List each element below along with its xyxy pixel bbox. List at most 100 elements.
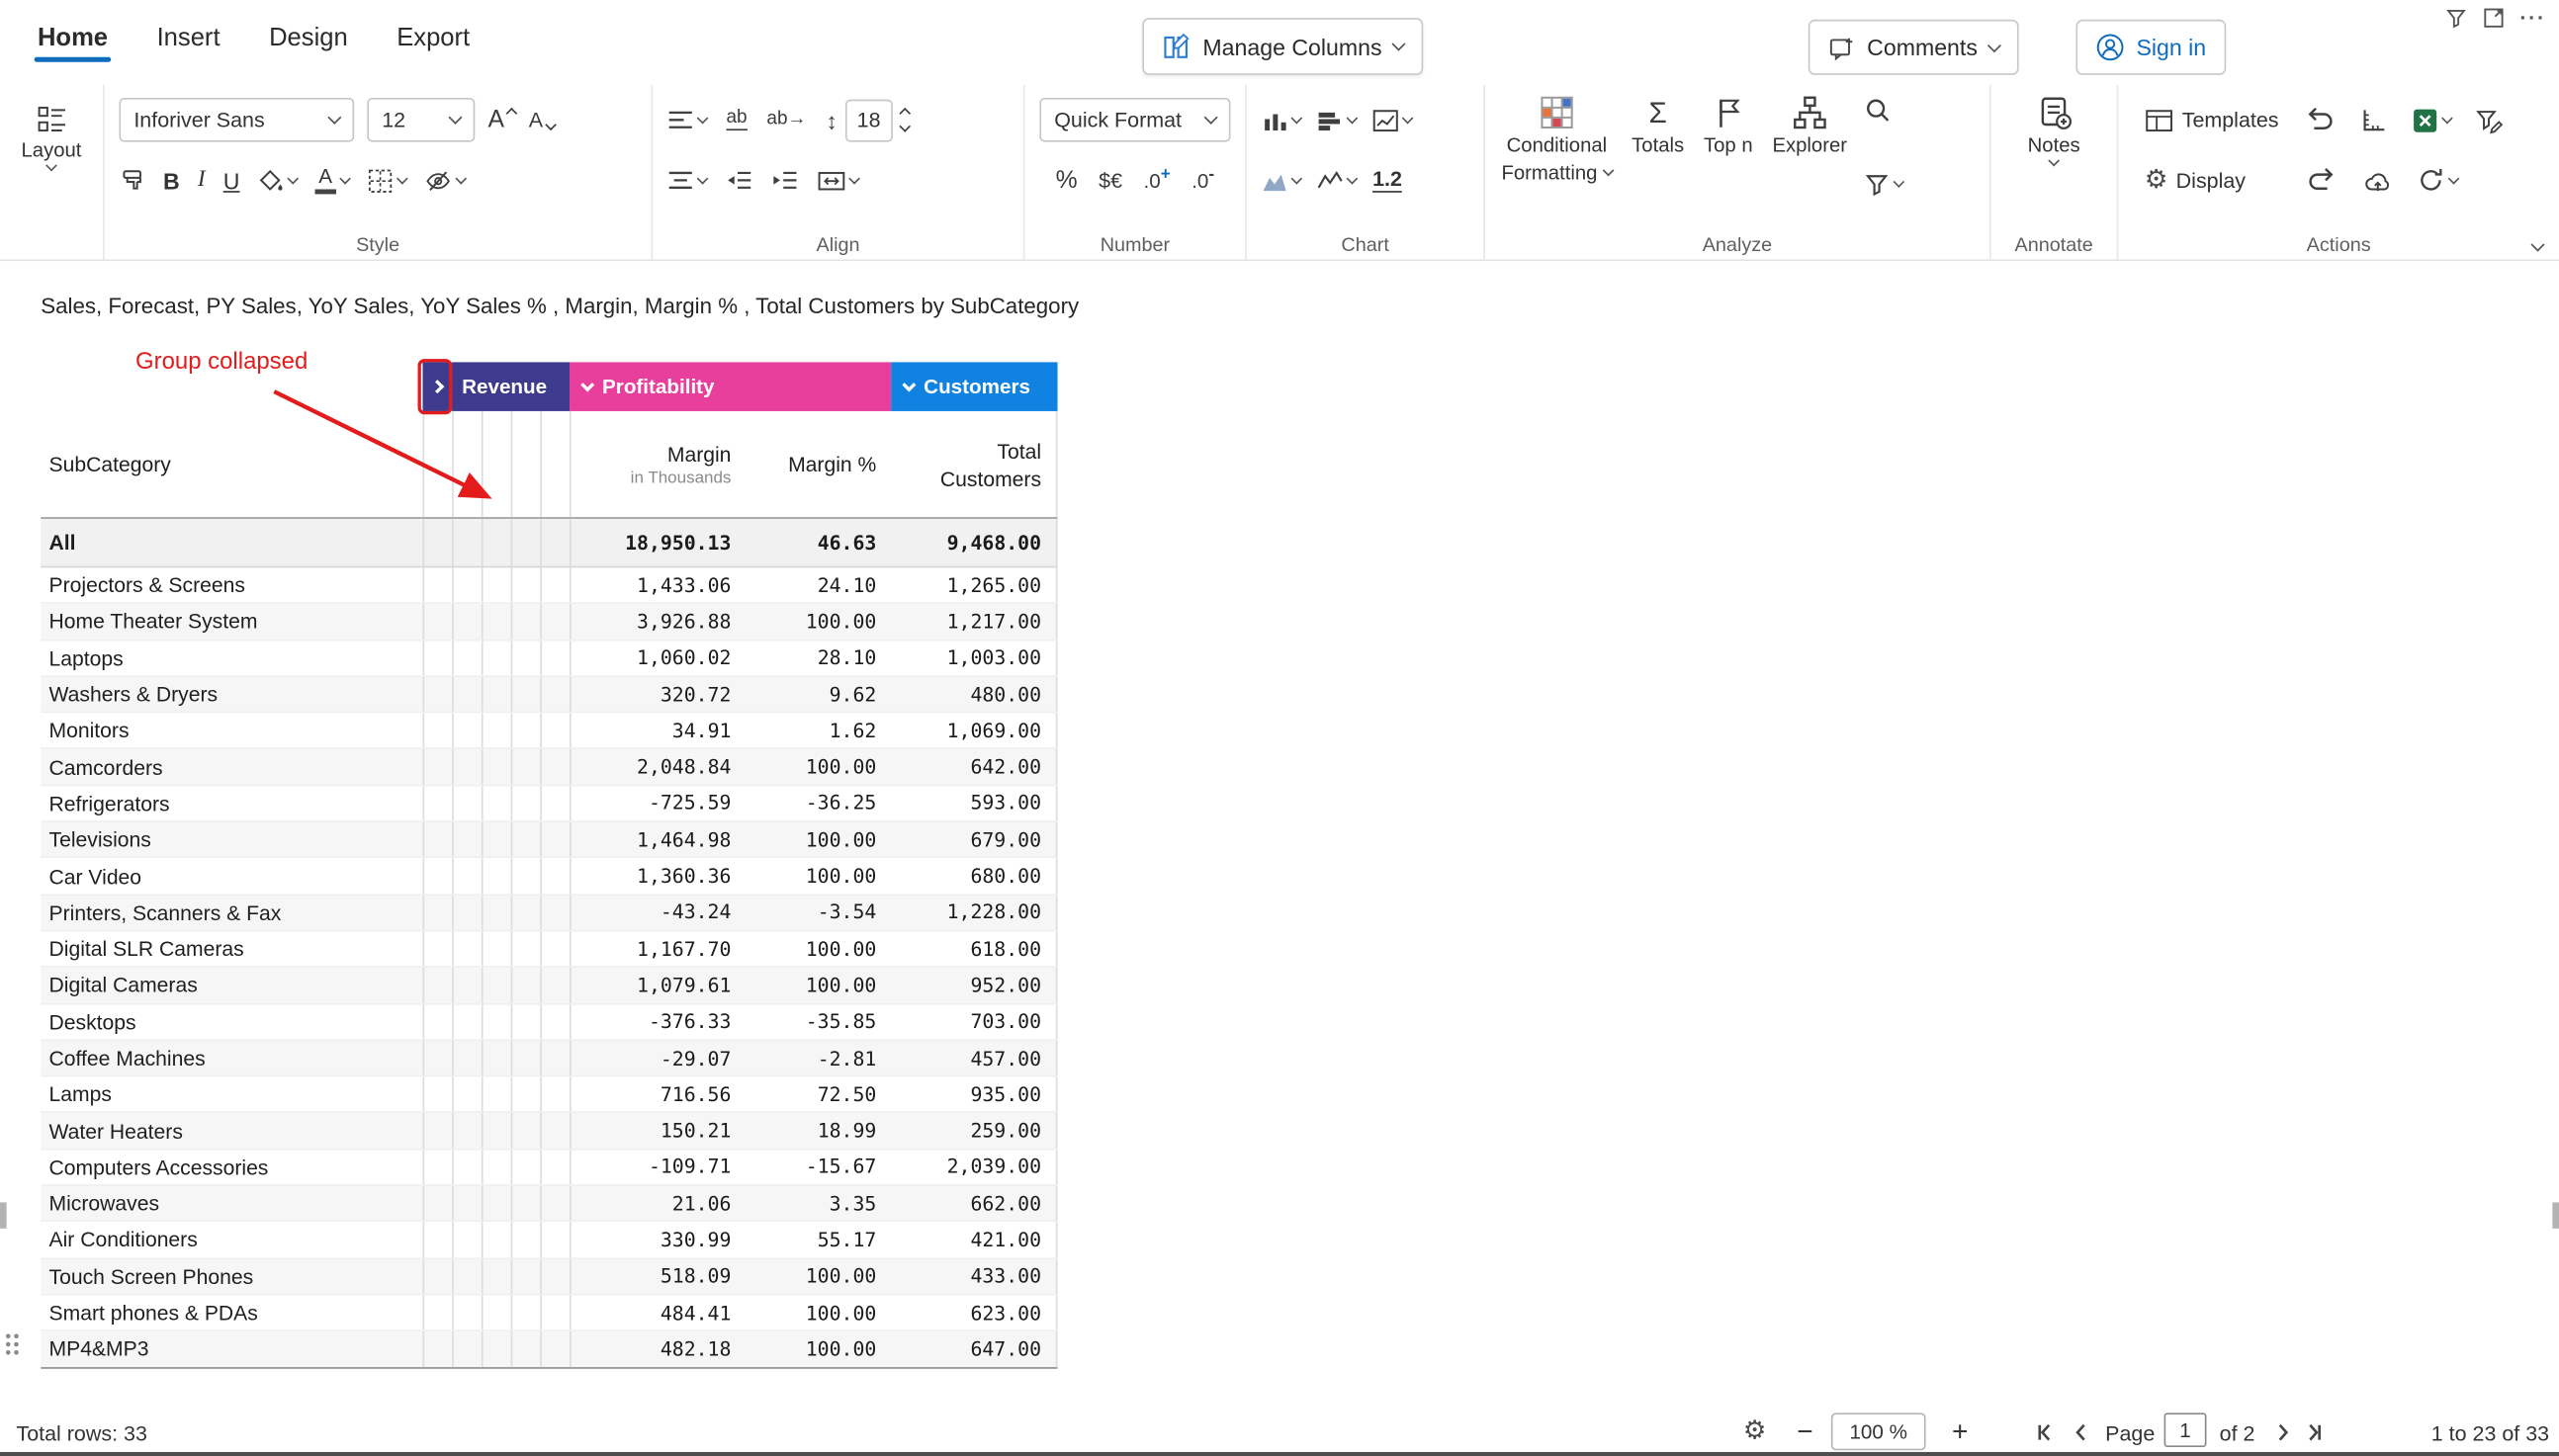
cell-margin[interactable]: 18,950.13 [570,519,746,566]
notes-button[interactable]: Notes [2001,90,2107,169]
cell-margin-pct[interactable]: 24.10 [746,567,891,602]
row-label[interactable]: Touch Screen Phones [41,1259,422,1294]
cell-total-customers[interactable]: 662.00 [891,1186,1057,1221]
tab-design[interactable]: Design [244,0,372,70]
cell-total-customers[interactable]: 703.00 [891,1004,1057,1039]
table-row[interactable]: Washers & Dryers320.729.62480.00 [41,677,1057,714]
tab-export[interactable]: Export [372,0,493,70]
tab-home[interactable]: Home [13,0,132,70]
column-header-margin[interactable]: Margin in Thousands [570,411,746,517]
row-height-value[interactable]: 18 [857,108,881,132]
cell-total-customers[interactable]: 593.00 [891,786,1057,820]
cell-margin-pct[interactable]: 100.00 [746,1331,891,1366]
table-row[interactable]: Televisions1,464.98100.00679.00 [41,822,1057,859]
last-page-button[interactable] [2303,1413,2326,1452]
decrease-indent-icon[interactable] [726,170,751,191]
cell-margin-pct[interactable]: 28.10 [746,641,891,675]
cell-total-customers[interactable]: 457.00 [891,1041,1057,1075]
cell-total-customers[interactable]: 9,468.00 [891,519,1057,566]
table-row[interactable]: Lamps716.5672.50935.00 [41,1077,1057,1114]
wrap-text-button[interactable]: ab [726,109,747,130]
column-header-margin-pct[interactable]: Margin % [746,411,891,517]
overflow-text-button[interactable]: ab→ [766,111,806,129]
cell-total-customers[interactable]: 618.00 [891,931,1057,966]
cell-total-customers[interactable]: 680.00 [891,859,1057,894]
previous-page-button[interactable] [2070,1413,2092,1452]
cell-margin-pct[interactable]: 100.00 [746,604,891,639]
conditional-formatting-button[interactable]: Conditional Formatting [1495,90,1619,233]
page-input[interactable]: 1 [2164,1413,2207,1447]
cell-total-customers[interactable]: 1,069.00 [891,714,1057,748]
totals-button[interactable]: Σ Totals [1626,90,1691,233]
cell-margin[interactable]: 1,167.70 [570,931,746,966]
format-painter-icon[interactable] [119,167,144,193]
vertical-align-button[interactable] [667,170,707,191]
hide-values-button[interactable] [424,167,465,193]
cell-total-customers[interactable]: 952.00 [891,968,1057,1002]
templates-button[interactable]: Templates [2145,107,2279,132]
cell-margin[interactable]: 320.72 [570,677,746,712]
cell-margin[interactable]: 484.41 [570,1295,746,1329]
layout-button[interactable]: Layout [10,90,93,174]
cell-margin[interactable]: 21.06 [570,1186,746,1221]
cell-margin[interactable]: 716.56 [570,1077,746,1112]
cell-margin-pct[interactable]: 100.00 [746,822,891,857]
row-label[interactable]: Smart phones & PDAs [41,1295,422,1329]
settings-gear-icon[interactable]: ⚙ [1743,1413,1767,1452]
italic-button[interactable]: I [198,167,206,193]
table-row[interactable]: Car Video 1,360.36100.00680.00 [41,859,1057,896]
cell-total-customers[interactable]: 679.00 [891,822,1057,857]
table-row[interactable]: Projectors & Screens1,433.0624.101,265.0… [41,567,1057,604]
row-label[interactable]: Laptops [41,641,422,675]
zoom-in-button[interactable]: + [1952,1413,1968,1452]
cell-margin[interactable]: 3,926.88 [570,604,746,639]
cell-total-customers[interactable]: 623.00 [891,1295,1057,1329]
increase-indent-icon[interactable] [772,170,798,191]
resize-handle-right[interactable] [2552,1202,2559,1228]
row-label[interactable]: Lamps [41,1077,422,1112]
cell-margin[interactable]: -43.24 [570,896,746,930]
font-color-button[interactable]: A [314,166,349,194]
cell-total-customers[interactable]: 2,039.00 [891,1150,1057,1184]
comments-button[interactable]: Comments [1809,20,2018,75]
combo-chart-button[interactable] [1372,109,1412,131]
table-row[interactable]: Touch Screen Phones518.09100.00433.00 [41,1259,1057,1296]
redo-icon[interactable] [2306,166,2338,194]
resize-handle-left[interactable] [0,1202,7,1228]
increase-decimal-button[interactable]: .0+ [1143,167,1170,194]
cell-margin[interactable]: 518.09 [570,1259,746,1294]
top-n-button[interactable]: Top n [1697,90,1759,233]
table-row[interactable]: Laptops1,060.0228.101,003.00 [41,641,1057,677]
bar-chart-button[interactable] [1317,109,1357,131]
zoom-level-input[interactable]: 100 % [1831,1413,1926,1450]
row-label[interactable]: Refrigerators [41,786,422,820]
cell-total-customers[interactable]: 433.00 [891,1259,1057,1294]
cell-margin[interactable]: 330.99 [570,1223,746,1257]
font-family-select[interactable]: Inforiver Sans [119,98,354,142]
merge-cells-button[interactable] [818,169,858,192]
borders-button[interactable] [367,167,406,193]
table-row[interactable]: Printers, Scanners & Fax-43.24-3.541,228… [41,896,1057,932]
cell-margin-pct[interactable]: 100.00 [746,859,891,894]
quick-format-select[interactable]: Quick Format [1039,98,1230,142]
row-label[interactable]: Projectors & Screens [41,567,422,602]
cell-margin-pct[interactable]: 3.35 [746,1186,891,1221]
row-label[interactable]: Car Video [41,859,422,894]
explorer-button[interactable]: Explorer [1766,90,1854,233]
row-label[interactable]: Coffee Machines [41,1041,422,1075]
cloud-upload-icon[interactable] [2363,167,2393,193]
cell-margin-pct[interactable]: 100.00 [746,968,891,1002]
chart-style-button[interactable] [1262,169,1301,192]
table-row[interactable]: Monitors34.911.621,069.00 [41,714,1057,750]
sparkline-button[interactable] [1317,169,1357,192]
cell-total-customers[interactable]: 1,265.00 [891,567,1057,602]
sign-in-button[interactable]: Sign in [2075,20,2226,75]
percent-button[interactable]: % [1056,166,1078,194]
row-label[interactable]: Computers Accessories [41,1150,422,1184]
row-label[interactable]: Home Theater System [41,604,422,639]
bold-button[interactable]: B [163,167,180,193]
increase-font-button[interactable]: A [487,106,515,133]
next-page-button[interactable] [2271,1413,2294,1452]
table-row[interactable]: Refrigerators-725.59-36.25593.00 [41,786,1057,822]
cell-margin[interactable]: 1,360.36 [570,859,746,894]
